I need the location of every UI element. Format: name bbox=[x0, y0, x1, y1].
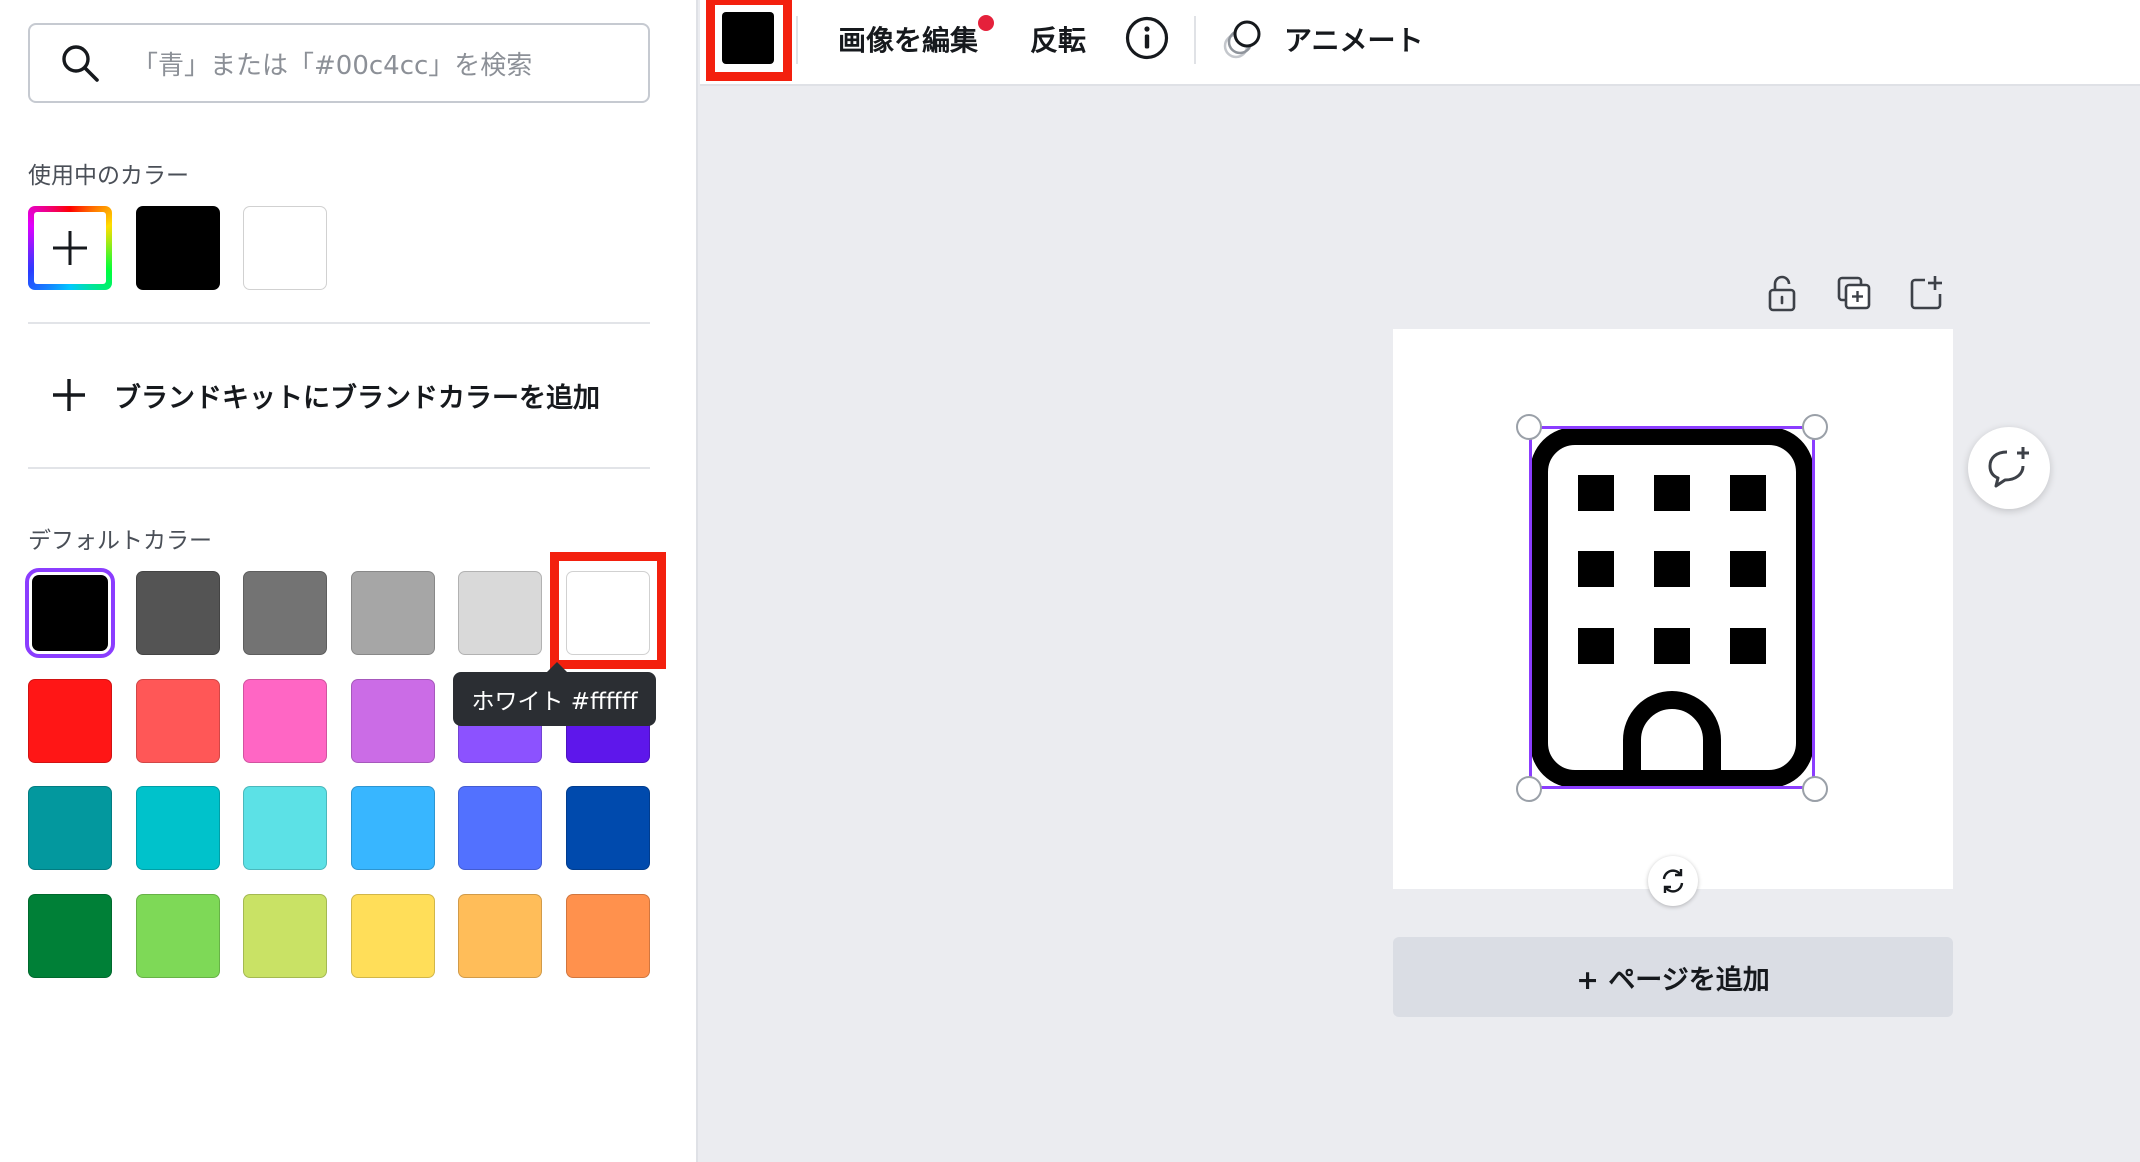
toolbar-separator bbox=[1194, 16, 1196, 64]
plus-icon bbox=[53, 231, 87, 265]
divider bbox=[28, 322, 650, 324]
resize-handle-bottom-right[interactable] bbox=[1802, 776, 1828, 802]
resize-handle-top-left[interactable] bbox=[1516, 414, 1542, 440]
add-comment-button[interactable] bbox=[1968, 427, 2050, 509]
default-swatch-03989e[interactable] bbox=[28, 786, 112, 871]
default-swatch-cb6ce6[interactable] bbox=[350, 678, 435, 763]
default-swatch-00c2cb[interactable] bbox=[135, 786, 220, 871]
in-use-swatch-white[interactable] bbox=[243, 206, 327, 290]
add-page-button[interactable]: + ページを追加 bbox=[1393, 937, 1953, 1017]
edit-image-button[interactable]: 画像を編集 bbox=[838, 18, 978, 60]
rotate-button[interactable] bbox=[1648, 856, 1698, 906]
default-swatch-5271ff[interactable] bbox=[458, 786, 543, 871]
default-swatch-ff5757[interactable] bbox=[135, 678, 220, 763]
in-use-colors-label: 使用中のカラー bbox=[28, 163, 189, 189]
highlight-box bbox=[706, 0, 792, 81]
animate-circles-icon bbox=[1223, 20, 1261, 59]
add-comment-icon bbox=[1988, 447, 2029, 488]
flip-button[interactable]: 反転 bbox=[1030, 18, 1086, 60]
in-use-swatch-black[interactable] bbox=[136, 206, 220, 290]
color-search-box[interactable]: 「青」または「#00c4cc」を検索 bbox=[28, 23, 650, 103]
default-swatch-ff914d[interactable] bbox=[566, 893, 650, 978]
resize-handle-bottom-left[interactable] bbox=[1516, 776, 1542, 802]
add-brand-color-label: ブランドキットにブランドカラーを追加 bbox=[114, 382, 600, 414]
search-icon bbox=[62, 45, 99, 82]
default-swatch-ff66c4[interactable] bbox=[243, 678, 328, 763]
toolbar-separator bbox=[796, 16, 798, 64]
notification-dot bbox=[978, 15, 994, 31]
default-swatch-38b6ff[interactable] bbox=[350, 786, 435, 871]
top-toolbar: 画像を編集 反転 アニメート bbox=[700, 0, 2140, 86]
default-swatch-ffbd59[interactable] bbox=[458, 893, 543, 978]
default-swatch-7ed957[interactable] bbox=[135, 893, 220, 978]
color-panel: 「青」または「#00c4cc」を検索 使用中のカラー ブランドキットにブランドカ… bbox=[0, 0, 698, 1162]
default-swatch-000000[interactable] bbox=[25, 568, 115, 658]
color-tooltip: ホワイト #ffffff bbox=[453, 662, 656, 726]
selection-frame bbox=[1529, 426, 1815, 789]
animate-label: アニメート bbox=[1284, 24, 1424, 57]
unlock-icon[interactable] bbox=[1761, 272, 1803, 314]
divider bbox=[28, 467, 650, 469]
default-swatch-d9d9d9[interactable] bbox=[458, 571, 543, 655]
default-swatch-5ce1e6[interactable] bbox=[243, 786, 328, 871]
default-swatch-a6a6a6[interactable] bbox=[350, 571, 435, 655]
default-colors-label: デフォルトカラー bbox=[28, 528, 212, 554]
default-swatch-c9e265[interactable] bbox=[243, 893, 328, 978]
default-swatch-004aad[interactable] bbox=[566, 786, 650, 871]
default-swatch-008037[interactable] bbox=[28, 893, 112, 978]
add-brand-color-button[interactable]: ブランドキットにブランドカラーを追加 bbox=[50, 370, 600, 420]
duplicate-page-icon[interactable] bbox=[1833, 272, 1875, 314]
edit-image-label: 画像を編集 bbox=[838, 24, 979, 57]
default-swatch-545454[interactable] bbox=[135, 571, 220, 655]
rotate-icon bbox=[1662, 869, 1684, 893]
search-placeholder[interactable]: 「青」または「#00c4cc」を検索 bbox=[132, 45, 532, 82]
default-swatch-737373[interactable] bbox=[243, 571, 328, 655]
flip-label: 反転 bbox=[1030, 24, 1087, 57]
default-swatch-ff1616[interactable] bbox=[28, 678, 112, 763]
add-page-icon[interactable] bbox=[1905, 272, 1947, 314]
info-button[interactable] bbox=[1124, 16, 1170, 60]
plus-icon bbox=[53, 379, 85, 411]
animate-button[interactable]: アニメート bbox=[1222, 18, 1423, 60]
highlight-box bbox=[550, 552, 666, 669]
add-custom-color-button[interactable] bbox=[28, 206, 112, 290]
default-swatch-ffde59[interactable] bbox=[350, 893, 435, 978]
resize-handle-top-right[interactable] bbox=[1802, 414, 1828, 440]
info-icon bbox=[1125, 16, 1169, 60]
